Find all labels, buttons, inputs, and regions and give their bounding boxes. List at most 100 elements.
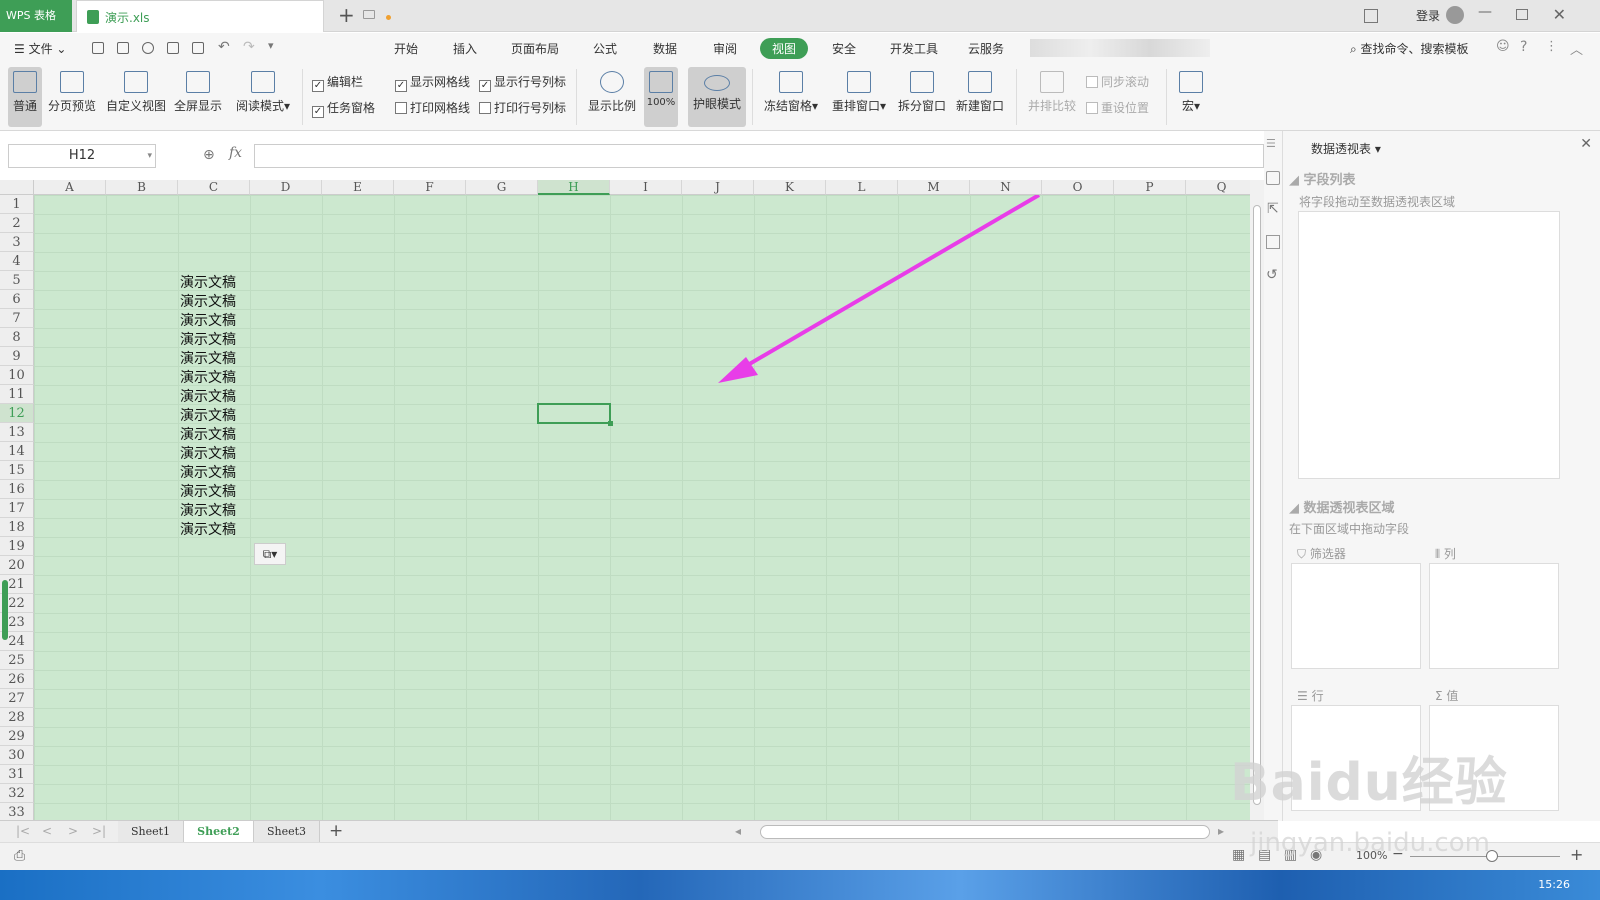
tab-security[interactable]: 安全 xyxy=(832,40,856,57)
tab-developer[interactable]: 开发工具 xyxy=(890,40,938,57)
row-header-4[interactable]: 4 xyxy=(0,252,34,271)
sheet-tab-2[interactable]: Sheet2 xyxy=(184,821,254,843)
zoom-in-button[interactable]: + xyxy=(1570,845,1583,864)
row-header-30[interactable]: 30 xyxy=(0,746,34,765)
print-icon[interactable] xyxy=(167,42,179,54)
vertical-scroll-thumb[interactable] xyxy=(1253,205,1261,805)
cell-c10[interactable]: 演示文稿 xyxy=(180,367,236,387)
app-tab[interactable]: WPS 表格 xyxy=(0,0,72,32)
column-header-k[interactable]: K xyxy=(754,180,826,195)
row-drag-handle[interactable] xyxy=(2,580,8,640)
column-header-p[interactable]: P xyxy=(1114,180,1186,195)
column-header-b[interactable]: B xyxy=(106,180,178,195)
chevron-down-icon[interactable]: ▾ xyxy=(147,145,152,167)
print-gridlines-checkbox[interactable]: 打印网格线 xyxy=(395,99,470,116)
cell-c12[interactable]: 演示文稿 xyxy=(180,405,236,425)
restore-button[interactable] xyxy=(1516,9,1528,20)
layout-icon[interactable] xyxy=(1364,9,1378,23)
collapse-ribbon-icon[interactable]: ︿ xyxy=(1570,39,1583,58)
print-headers-checkbox[interactable]: 打印行号列标 xyxy=(479,99,566,116)
macro-button[interactable]: 宏▾ xyxy=(1174,67,1208,127)
show-gridlines-checkbox[interactable]: ✓ 显示网格线 xyxy=(395,73,470,92)
column-header-g[interactable]: G xyxy=(466,180,538,195)
pivot-area-header[interactable]: ◢ 数据透视表区域 xyxy=(1289,497,1395,516)
field-list-box[interactable] xyxy=(1298,211,1560,479)
column-header-o[interactable]: O xyxy=(1042,180,1114,195)
tab-page-layout[interactable]: 页面布局 xyxy=(511,40,559,57)
add-sheet-button[interactable]: + xyxy=(329,821,343,841)
vertical-scrollbar[interactable] xyxy=(1250,180,1264,820)
login-link[interactable]: 登录 xyxy=(1416,7,1440,24)
zoom-100-button[interactable]: 100% xyxy=(644,67,678,127)
column-header-e[interactable]: E xyxy=(322,180,394,195)
horizontal-scrollbar[interactable] xyxy=(760,825,1210,839)
settings-sliders-icon[interactable] xyxy=(1266,235,1280,249)
normal-view-status-icon[interactable]: ▦ xyxy=(1232,847,1245,863)
avatar-icon[interactable] xyxy=(1446,6,1464,24)
next-sheet-icon[interactable]: > xyxy=(68,824,78,838)
row-header-18[interactable]: 18 xyxy=(0,518,34,537)
prev-sheet-icon[interactable]: < xyxy=(42,824,52,838)
side-by-side-button[interactable]: 并排比较 xyxy=(1026,67,1078,127)
fx-icon[interactable]: fx xyxy=(229,145,242,161)
split-window-button[interactable]: 拆分窗口 xyxy=(896,67,948,127)
select-pointer-icon[interactable]: ⇱ xyxy=(1267,201,1279,217)
row-header-5[interactable]: 5 xyxy=(0,271,34,290)
reading-mode-button[interactable]: 阅读模式▾ xyxy=(232,67,294,127)
column-header-q[interactable]: Q xyxy=(1186,180,1250,195)
zoom-formula-icon[interactable]: ⊕ xyxy=(203,147,215,163)
column-header-a[interactable]: A xyxy=(34,180,106,195)
new-window-button[interactable]: 新建窗口 xyxy=(954,67,1006,127)
custom-view-button[interactable]: 自定义视图 xyxy=(104,67,168,127)
history-icon[interactable]: ↺ xyxy=(1266,267,1278,283)
filter-drop-zone[interactable] xyxy=(1291,563,1421,669)
column-header-j[interactable]: J xyxy=(682,180,754,195)
cell-c15[interactable]: 演示文稿 xyxy=(180,462,236,482)
cell-c7[interactable]: 演示文稿 xyxy=(180,310,236,330)
menu-lines-icon[interactable]: ☰ xyxy=(1266,137,1276,150)
last-sheet-icon[interactable]: >| xyxy=(92,824,106,838)
macro-record-icon[interactable]: ⎙ xyxy=(14,848,25,864)
row-header-16[interactable]: 16 xyxy=(0,480,34,499)
row-header-25[interactable]: 25 xyxy=(0,651,34,670)
cell-c9[interactable]: 演示文稿 xyxy=(180,348,236,368)
pivot-pane-icon[interactable] xyxy=(1266,171,1280,185)
more-icon[interactable]: ⋮ xyxy=(1545,39,1558,54)
cell-c11[interactable]: 演示文稿 xyxy=(180,386,236,406)
row-header-33[interactable]: 33 xyxy=(0,803,34,820)
row-header-2[interactable]: 2 xyxy=(0,214,34,233)
column-header-c[interactable]: C xyxy=(178,180,250,195)
task-pane-checkbox[interactable]: ✓ 任务窗格 xyxy=(312,99,375,118)
row-header-17[interactable]: 17 xyxy=(0,499,34,518)
row-header-10[interactable]: 10 xyxy=(0,366,34,385)
show-headers-checkbox[interactable]: ✓ 显示行号列标 xyxy=(479,73,566,92)
formula-bar-checkbox[interactable]: ✓ 编辑栏 xyxy=(312,73,363,92)
row-header-20[interactable]: 20 xyxy=(0,556,34,575)
row-header-9[interactable]: 9 xyxy=(0,347,34,366)
tab-insert[interactable]: 插入 xyxy=(453,40,477,57)
row-header-11[interactable]: 11 xyxy=(0,385,34,404)
eye-protection-button[interactable]: 护眼模式 xyxy=(688,67,746,127)
row-header-1[interactable]: 1 xyxy=(0,195,34,214)
zoom-ratio-button[interactable]: 显示比例 xyxy=(584,67,640,127)
find-icon[interactable] xyxy=(142,42,154,54)
sheet-tab-1[interactable]: Sheet1 xyxy=(118,821,184,843)
help-icon[interactable]: ? xyxy=(1520,39,1527,55)
column-header-i[interactable]: I xyxy=(610,180,682,195)
reset-position-button[interactable]: 重设位置 xyxy=(1086,99,1149,116)
quick-access-more-icon[interactable]: ▾ xyxy=(268,39,274,52)
monitor-icon[interactable] xyxy=(363,10,375,19)
file-menu[interactable]: ☰ 文件 ⌄ xyxy=(14,40,66,57)
pivot-pane-title[interactable]: 数据透视表 ▾ xyxy=(1311,140,1381,157)
scroll-right-icon[interactable]: ▸ xyxy=(1218,824,1224,838)
close-icon[interactable]: ✕ xyxy=(1580,136,1592,152)
row-header-19[interactable]: 19 xyxy=(0,537,34,556)
tab-home[interactable]: 开始 xyxy=(394,40,418,57)
redo-icon[interactable]: ↷ xyxy=(243,39,255,55)
cell-c17[interactable]: 演示文稿 xyxy=(180,500,236,520)
close-button[interactable]: ✕ xyxy=(1553,5,1566,24)
cell-c16[interactable]: 演示文稿 xyxy=(180,481,236,501)
save-icon[interactable] xyxy=(117,42,129,54)
normal-view-button[interactable]: 普通 xyxy=(8,67,42,127)
first-sheet-icon[interactable]: |< xyxy=(16,824,30,838)
